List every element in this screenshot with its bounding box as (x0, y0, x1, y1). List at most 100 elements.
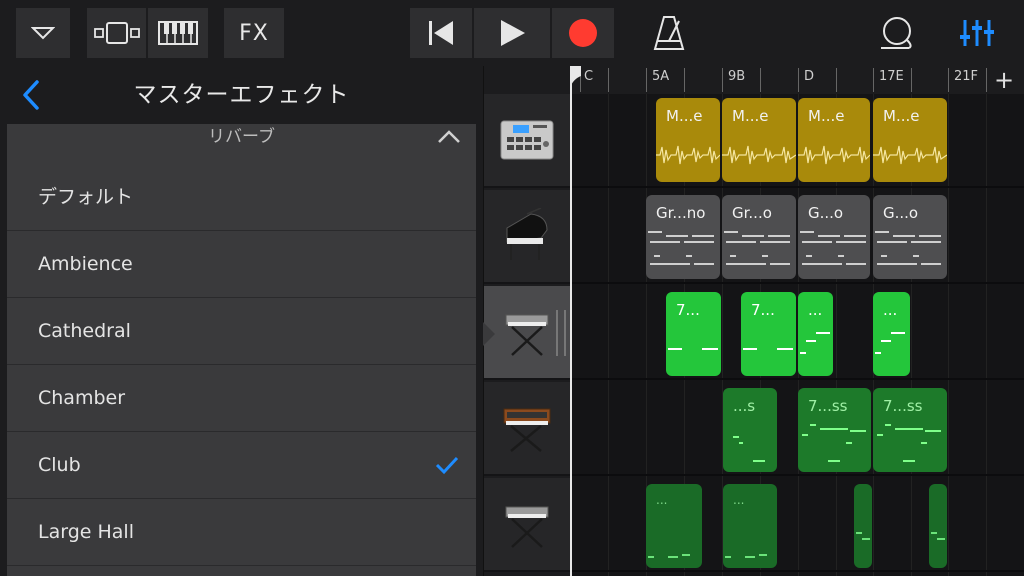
metronome-icon (653, 16, 685, 50)
track-header-piano[interactable] (484, 190, 570, 284)
timeline-area[interactable]: C 5A 9B D 17E 21F + M...e M...e M...e M.… (570, 66, 1024, 576)
grand-piano-icon (506, 208, 548, 260)
region-label: Gr...o (732, 204, 772, 222)
track-header-synth[interactable] (484, 478, 570, 572)
list-item[interactable]: Cathedral (7, 298, 476, 365)
midi-region[interactable] (929, 484, 947, 568)
midi-region[interactable]: G...o (873, 195, 947, 279)
play-button[interactable] (474, 8, 550, 58)
midi-region[interactable]: Gr...no (646, 195, 720, 279)
reverb-list: デフォルト Ambience Cathedral Chamber Club La… (7, 164, 476, 576)
audio-region[interactable]: M...e (722, 98, 796, 182)
region-label: ... (656, 493, 668, 507)
list-item[interactable]: Chamber (7, 365, 476, 432)
master-effects-panel: マスターエフェクト リバーブ デフォルト Ambience Cathedral (0, 66, 483, 576)
ruler-label: 5A (652, 69, 670, 84)
list-item-label: Club (38, 454, 81, 476)
region-label: M...e (732, 107, 769, 125)
region-label: M...e (808, 107, 845, 125)
region-label: M...e (666, 107, 703, 125)
metronome-button[interactable] (644, 8, 694, 58)
keyboard-button[interactable] (148, 8, 208, 58)
garageband-window: FX マスターエフェクト リバーブ デフォルト Ambience Cathedr… (0, 0, 1024, 576)
rewind-icon (429, 21, 453, 45)
midi-region[interactable]: 7...ss (798, 388, 871, 472)
track-lane[interactable] (570, 190, 1024, 284)
midi-region[interactable]: ...s (723, 388, 777, 472)
midi-region[interactable]: 7... (666, 292, 721, 376)
audio-region[interactable]: M...e (873, 98, 947, 182)
ruler-label: D (804, 69, 815, 84)
audio-region[interactable]: M...e (656, 98, 720, 182)
mixer-icon (960, 20, 994, 46)
track-lane[interactable] (570, 382, 1024, 476)
chevron-down-icon (31, 27, 55, 40)
fx-button[interactable]: FX (224, 8, 284, 58)
midi-region[interactable]: ... (798, 292, 833, 376)
list-item[interactable]: Ambience (7, 231, 476, 298)
region-label: ... (808, 301, 823, 319)
region-label: G...o (808, 204, 844, 222)
track-lane[interactable] (570, 286, 1024, 380)
tracks-view-button[interactable] (87, 8, 147, 58)
panel-title: マスターエフェクト (133, 82, 350, 108)
audio-region[interactable]: M...e (798, 98, 870, 182)
mixer-button[interactable] (954, 8, 1000, 58)
tracks-view-icon (94, 22, 140, 44)
chevron-up-icon[interactable] (436, 126, 462, 148)
play-icon (501, 20, 525, 46)
region-label: 7...ss (808, 397, 848, 415)
record-icon (569, 19, 597, 47)
ruler-label: 17E (879, 69, 904, 84)
back-button[interactable] (14, 78, 48, 112)
list-item-selected[interactable]: Club (7, 432, 476, 499)
selection-pointer-icon (483, 322, 495, 346)
panel-header: マスターエフェクト (0, 66, 483, 124)
waveform-icon (798, 145, 870, 165)
top-toolbar: FX (0, 0, 1024, 66)
synth-keyboard-icon (505, 314, 549, 356)
list-item-label: Chamber (38, 387, 126, 409)
midi-region[interactable]: G...o (798, 195, 870, 279)
region-label: 7... (751, 301, 775, 319)
list-item[interactable]: Large Hall (7, 499, 476, 566)
drum-machine-icon (500, 120, 554, 160)
track-header-drums[interactable] (484, 94, 570, 188)
region-label: ... (733, 493, 745, 507)
midi-region[interactable] (854, 484, 872, 568)
midi-region[interactable]: ... (873, 292, 910, 376)
record-button[interactable] (552, 8, 614, 58)
chevron-left-icon (23, 80, 39, 110)
ruler-label: 9B (728, 69, 746, 84)
menu-button[interactable] (16, 8, 70, 58)
midi-region[interactable]: 7...ss (873, 388, 947, 472)
timeline-ruler[interactable]: C 5A 9B D 17E 21F + (570, 66, 1024, 94)
analog-synth-icon (503, 408, 551, 452)
list-item[interactable]: デフォルト (7, 164, 476, 231)
list-item-label: デフォルト (38, 186, 134, 208)
midi-region[interactable]: Gr...o (722, 195, 796, 279)
track-header-synth-selected[interactable] (484, 286, 570, 380)
track-lane[interactable] (570, 94, 1024, 188)
reverb-section-header[interactable]: リバーブ (7, 124, 476, 164)
list-item-label: Cathedral (38, 320, 131, 342)
waveform-icon (722, 145, 796, 165)
loop-browser-icon (881, 17, 912, 49)
playhead[interactable] (570, 66, 581, 576)
track-header-analog[interactable] (484, 382, 570, 476)
track-lane[interactable] (570, 478, 1024, 572)
fx-label: FX (239, 20, 269, 46)
section-title: リバーブ (208, 127, 275, 147)
drag-handle[interactable] (556, 310, 566, 356)
rewind-button[interactable] (410, 8, 472, 58)
add-section-button[interactable]: + (992, 66, 1016, 94)
midi-region[interactable]: 7... (741, 292, 796, 376)
playhead-handle-icon[interactable] (570, 66, 581, 94)
midi-region[interactable]: ... (646, 484, 702, 568)
waveform-icon (873, 145, 947, 165)
region-label: G...o (883, 204, 919, 222)
ruler-label: 21F (954, 69, 979, 84)
synth-keyboard-icon (505, 506, 549, 548)
loop-browser-button[interactable] (872, 8, 922, 58)
midi-region[interactable]: ... (723, 484, 777, 568)
